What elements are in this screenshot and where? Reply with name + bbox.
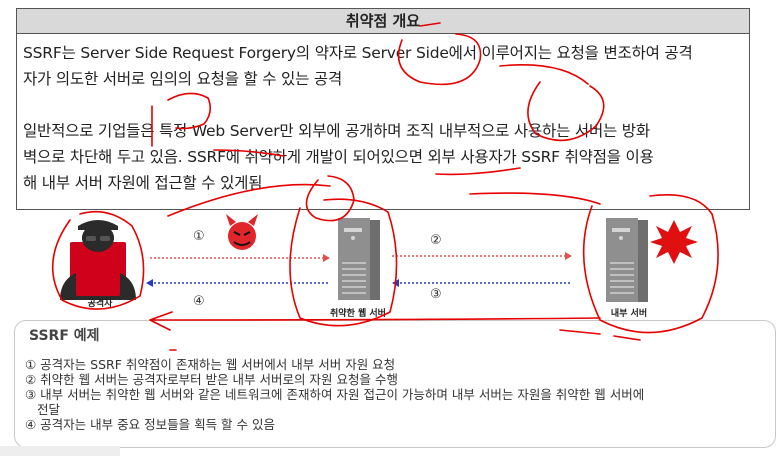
step-1-marker: ① xyxy=(193,229,205,244)
example-step: ③ 내부 서버는 취약한 웹 서버와 같은 네트워크에 존재하여 자원 접근이 … xyxy=(25,387,645,402)
web-server-icon xyxy=(338,218,380,300)
step-3-marker: ③ xyxy=(430,287,442,302)
example-step: ② 취약한 웹 서버는 공격자로부터 받은 내부 서버로의 자원 요청을 수행 xyxy=(25,372,398,387)
step-2-marker: ② xyxy=(430,233,442,248)
internal-server-icon xyxy=(606,218,648,302)
example-step: 전달 xyxy=(37,402,61,417)
web-server-label: 취약한 웹 서버 xyxy=(330,309,386,319)
step-4-marker: ④ xyxy=(193,294,205,309)
attacker-icon xyxy=(60,220,136,300)
example-step: ④ 공격자는 내부 중요 정보들을 획득 할 수 있음 xyxy=(25,417,275,432)
attacker-label: 공격자 xyxy=(87,299,113,309)
explosion-icon xyxy=(650,220,698,264)
example-steps: ① 공격자는 SSRF 취약점이 존재하는 웹 서버에서 내부 서버 자원 요청… xyxy=(25,357,765,432)
ssrf-example-box: SSRF 예제 ① 공격자는 SSRF 취약점이 존재하는 웹 서버에서 내부 … xyxy=(14,320,776,448)
internal-server-label: 내부 서버 xyxy=(610,309,648,319)
request-arrow-1 xyxy=(150,254,330,262)
bottom-strip xyxy=(0,446,120,456)
example-title: SSRF 예제 xyxy=(29,328,100,344)
request-arrow-2 xyxy=(392,252,572,260)
example-step: ① 공격자는 SSRF 취약점이 존재하는 웹 서버에서 내부 서버 자원 요청 xyxy=(25,357,396,372)
response-arrow-4 xyxy=(146,279,328,287)
devil-icon xyxy=(226,214,258,250)
response-arrow-3 xyxy=(392,279,572,287)
